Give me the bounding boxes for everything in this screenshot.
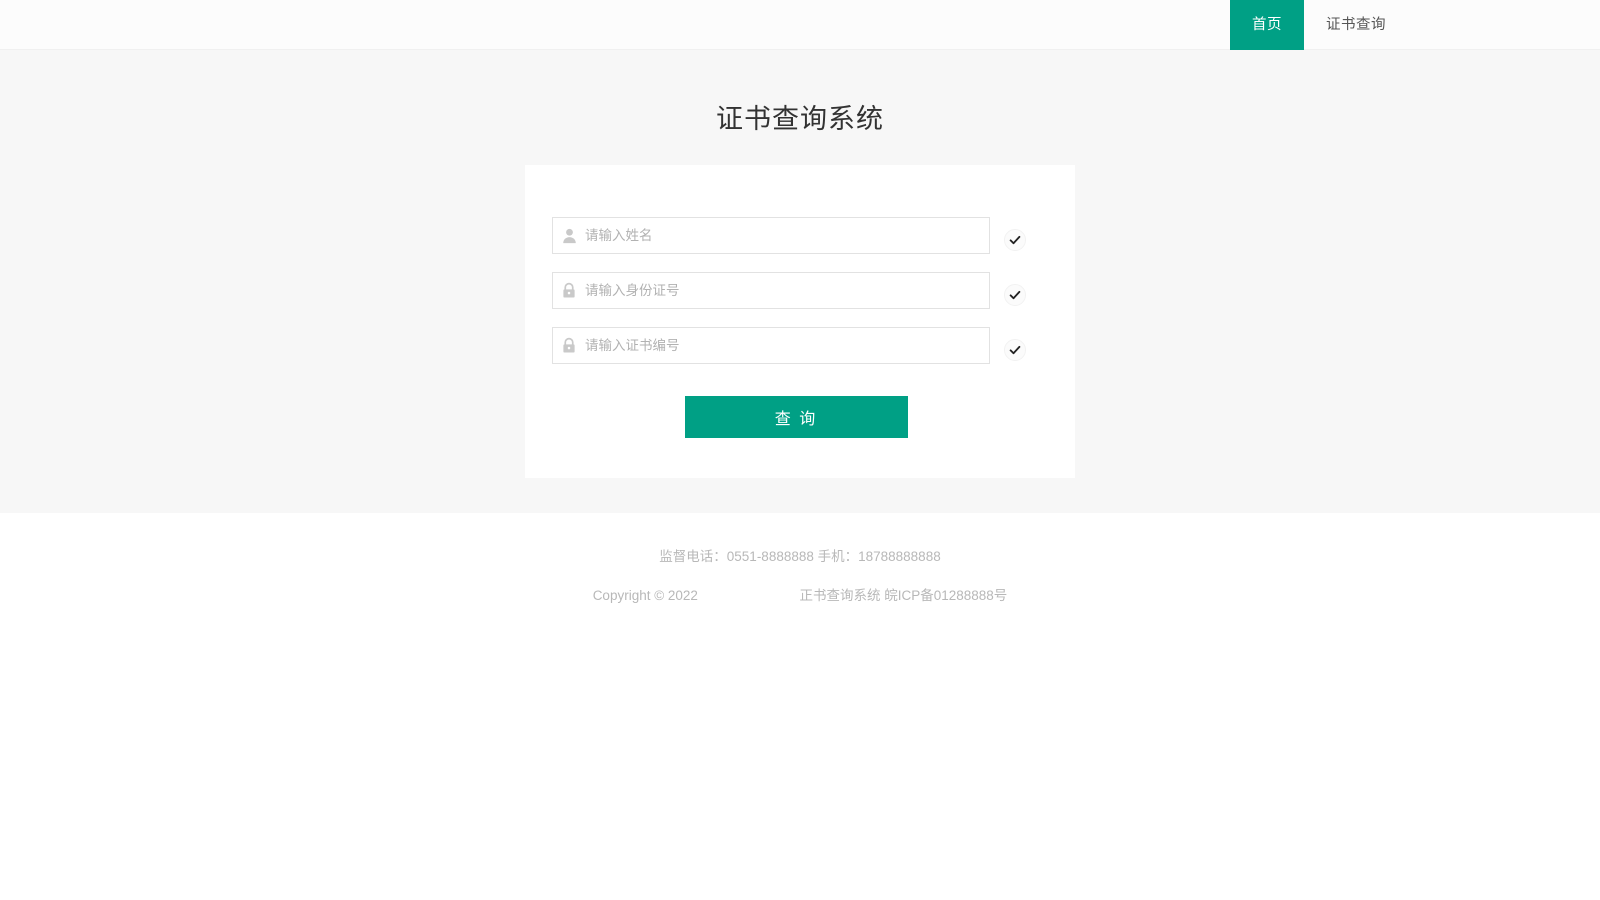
query-form-card: 查 询 [525, 165, 1075, 479]
page-title: 证书查询系统 [716, 104, 884, 134]
form-row-id-number [525, 272, 1075, 310]
id-number-input-wrapper[interactable] [552, 272, 990, 310]
main-content: 证书查询系统 请输入姓名 请输入身份证号 请输入证书编号 查 询 [0, 50, 1600, 513]
footer-copyright: Copyright © 2022 正书查询系统 皖ICP备01288888号 [0, 568, 1600, 607]
certificate-number-input[interactable] [585, 329, 989, 363]
nav-item-home-label: 首页 [1252, 17, 1282, 33]
lock-icon [553, 282, 585, 299]
form-row-name [525, 217, 1075, 255]
id-number-input[interactable] [585, 274, 989, 308]
name-input-wrapper[interactable] [552, 217, 990, 255]
nav-list: 首页 证书查询 [1230, 0, 1408, 50]
footer-copyright-left: Copyright © 2022 [592, 587, 698, 603]
top-navbar: 首页 证书查询 [0, 0, 1600, 50]
check-circle-icon [1004, 228, 1026, 251]
check-circle-icon [1004, 283, 1026, 306]
user-icon [553, 227, 585, 244]
footer-contact: 监督电话：0551-8888888 手机：18788888888 [659, 549, 941, 564]
form-row-certificate-number [525, 327, 1075, 365]
nav-item-certificate-query-label: 证书查询 [1326, 17, 1386, 33]
check-circle-icon [1004, 338, 1026, 361]
footer-copyright-right: 正书查询系统 皖ICP备01288888号 [799, 587, 1008, 603]
submit-row: 查 询 [525, 382, 1075, 439]
lock-icon [553, 337, 585, 354]
name-input[interactable] [585, 219, 989, 253]
certificate-number-input-wrapper[interactable] [552, 327, 990, 365]
page-footer: 监督电话：0551-8888888 手机：18788888888 Copyrig… [0, 513, 1600, 607]
nav-item-home[interactable]: 首页 [1230, 0, 1304, 50]
query-submit-button[interactable]: 查 询 [684, 396, 908, 439]
nav-item-certificate-query[interactable]: 证书查询 [1304, 0, 1408, 50]
